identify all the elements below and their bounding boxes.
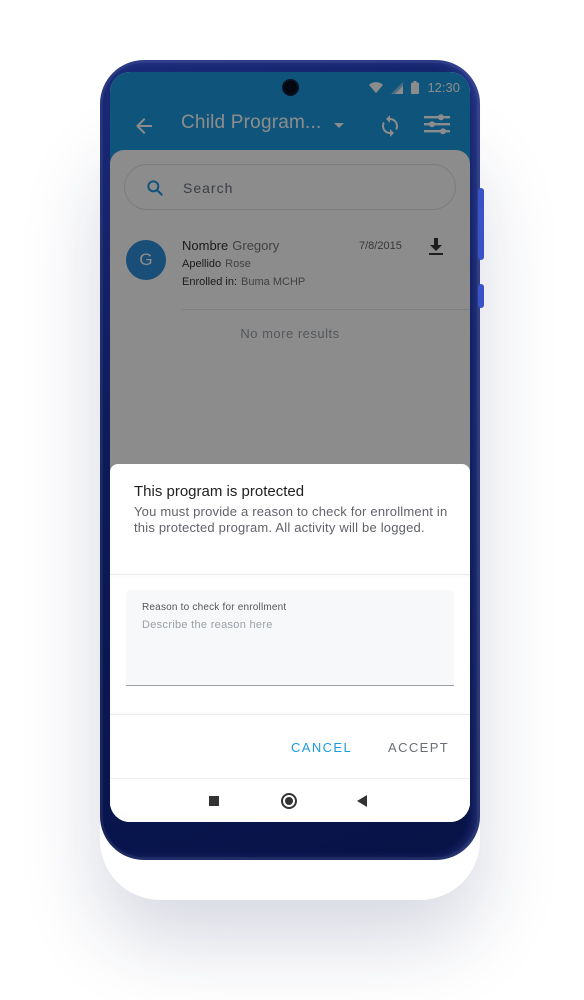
protected-program-dialog: This program is protected You must provi…	[110, 464, 470, 822]
reason-input[interactable]	[138, 614, 438, 636]
nav-back-icon[interactable]	[357, 795, 367, 807]
phone-screen: 12:30 Child Program... Search G Nombre Gr…	[110, 72, 470, 822]
home-icon[interactable]	[281, 793, 297, 809]
dialog-divider	[110, 574, 470, 575]
stage: 12:30 Child Program... Search G Nombre Gr…	[0, 0, 584, 1000]
dialog-actions-divider	[110, 714, 470, 715]
dialog-title: This program is protected	[134, 483, 305, 500]
cancel-button[interactable]: CANCEL	[291, 740, 352, 755]
system-nav-bar	[110, 778, 470, 822]
reason-field[interactable]: Reason to check for enrollment	[126, 590, 454, 686]
recents-icon[interactable]	[209, 796, 219, 806]
volume-button	[478, 188, 484, 260]
dialog-message: You must provide a reason to check for e…	[134, 504, 448, 535]
reason-field-label: Reason to check for enrollment	[142, 602, 287, 613]
accept-button[interactable]: ACCEPT	[388, 740, 449, 755]
power-button	[478, 284, 484, 308]
